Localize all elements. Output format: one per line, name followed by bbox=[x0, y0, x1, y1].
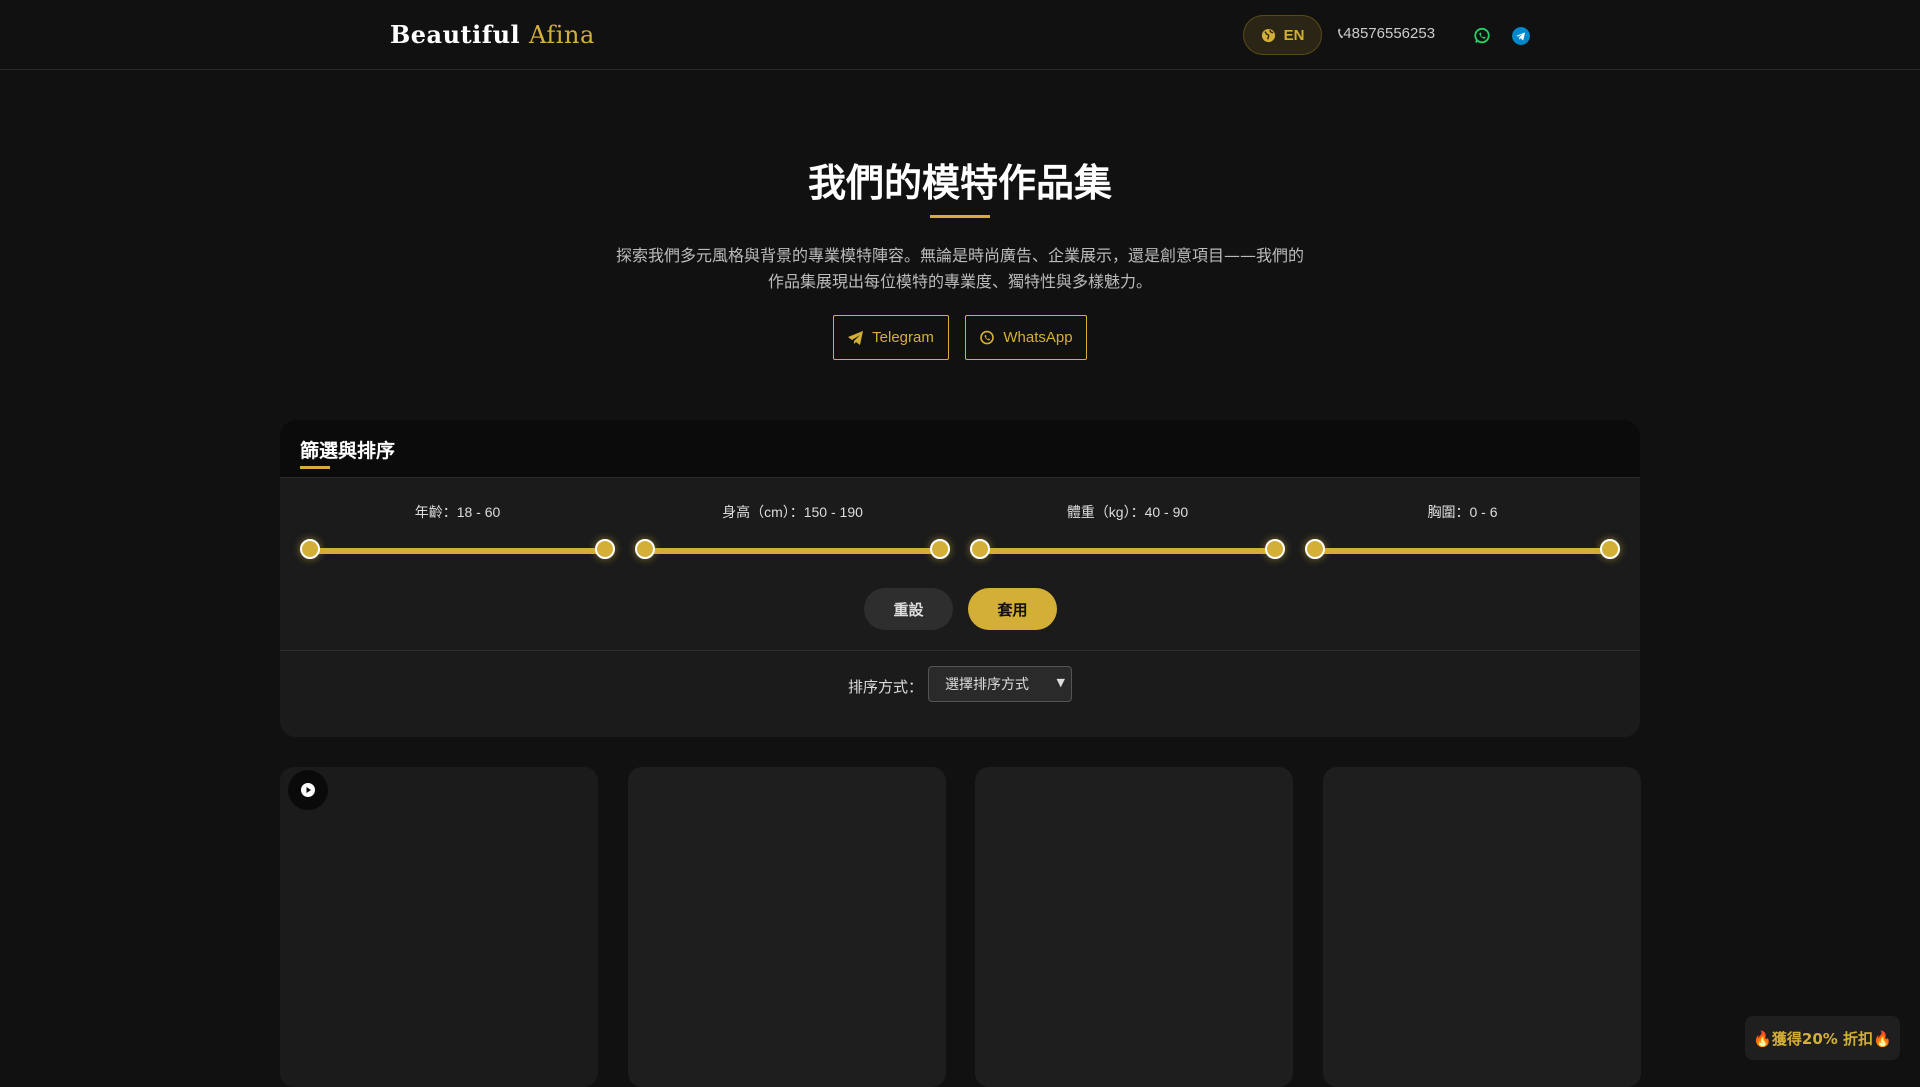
filter-panel: 篩選與排序 年齡：18 - 60 身高（cm）：150 - 190 體重（kg）… bbox=[280, 420, 1640, 737]
divider bbox=[280, 650, 1640, 651]
sort-select-value: 選擇排序方式 bbox=[945, 677, 1029, 693]
apply-button[interactable]: 套用 bbox=[968, 588, 1057, 630]
age-filter-label: 年齡：18 - 60 bbox=[414, 504, 501, 520]
height-filter-label: 身高（cm）：150 - 190 bbox=[722, 504, 863, 520]
language-button[interactable]: EN bbox=[1243, 15, 1322, 55]
age-slider-min-handle[interactable] bbox=[300, 539, 320, 559]
model-card[interactable] bbox=[1323, 767, 1641, 1087]
height-slider-max-handle[interactable] bbox=[930, 539, 950, 559]
model-card[interactable] bbox=[628, 767, 946, 1087]
age-slider-max-handle[interactable] bbox=[595, 539, 615, 559]
weight-slider-min-handle[interactable] bbox=[970, 539, 990, 559]
logo-main: Beautiful bbox=[390, 20, 521, 49]
age-slider-track[interactable] bbox=[310, 548, 605, 554]
play-video-button[interactable] bbox=[288, 770, 328, 810]
weight-filter-label: 體重（kg）：40 - 90 bbox=[1066, 504, 1189, 520]
chevron-down-icon: ▼ bbox=[1056, 676, 1065, 689]
title-underline bbox=[930, 215, 990, 218]
sort-select[interactable]: 選擇排序方式 ▼ bbox=[928, 666, 1072, 702]
model-card[interactable] bbox=[280, 767, 598, 1087]
whatsapp-button[interactable]: WhatsApp bbox=[965, 315, 1087, 360]
filter-title-underline bbox=[300, 466, 330, 469]
telegram-label: Telegram bbox=[872, 329, 934, 346]
telegram-icon[interactable] bbox=[1512, 27, 1530, 45]
reset-button[interactable]: 重設 bbox=[864, 588, 953, 630]
phone-number: 48576556253 bbox=[1343, 25, 1436, 42]
play-icon bbox=[301, 783, 315, 797]
page-title: 我們的模特作品集 bbox=[807, 161, 1112, 205]
bust-slider-min-handle[interactable] bbox=[1305, 539, 1325, 559]
logo-accent: Afina bbox=[529, 21, 595, 49]
weight-slider-track[interactable] bbox=[980, 548, 1275, 554]
page-description: 探索我們多元風格與背景的專業模特陣容。無論是時尚廣告、企業展示，還是創意項目——… bbox=[615, 246, 1304, 291]
logo[interactable]: Beautiful Afina bbox=[390, 20, 595, 49]
telegram-icon bbox=[848, 330, 864, 345]
whatsapp-icon bbox=[980, 330, 995, 344]
height-slider-track[interactable] bbox=[645, 548, 940, 554]
height-slider-min-handle[interactable] bbox=[635, 539, 655, 559]
whatsapp-icon[interactable] bbox=[1473, 27, 1491, 45]
filter-title: 篩選與排序 bbox=[300, 440, 396, 462]
model-card[interactable] bbox=[975, 767, 1293, 1087]
weight-slider-max-handle[interactable] bbox=[1265, 539, 1285, 559]
bust-slider-max-handle[interactable] bbox=[1600, 539, 1620, 559]
filter-header: 篩選與排序 bbox=[280, 420, 1640, 478]
globe-icon bbox=[1261, 28, 1275, 42]
whatsapp-label: WhatsApp bbox=[1003, 329, 1073, 346]
bust-slider-track[interactable] bbox=[1315, 548, 1610, 554]
site-header: Beautiful Afina EN 📞︎48576556253 bbox=[0, 0, 1920, 70]
language-label: EN bbox=[1283, 26, 1305, 44]
phone-link[interactable]: 📞︎48576556253 bbox=[1338, 25, 1435, 42]
telegram-button[interactable]: Telegram bbox=[833, 315, 949, 360]
discount-badge[interactable]: 🔥獲得20% 折扣🔥 bbox=[1745, 1016, 1900, 1060]
sort-label: 排序方式： bbox=[848, 678, 924, 696]
bust-filter-label: 胸圍：0 - 6 bbox=[1427, 504, 1498, 520]
